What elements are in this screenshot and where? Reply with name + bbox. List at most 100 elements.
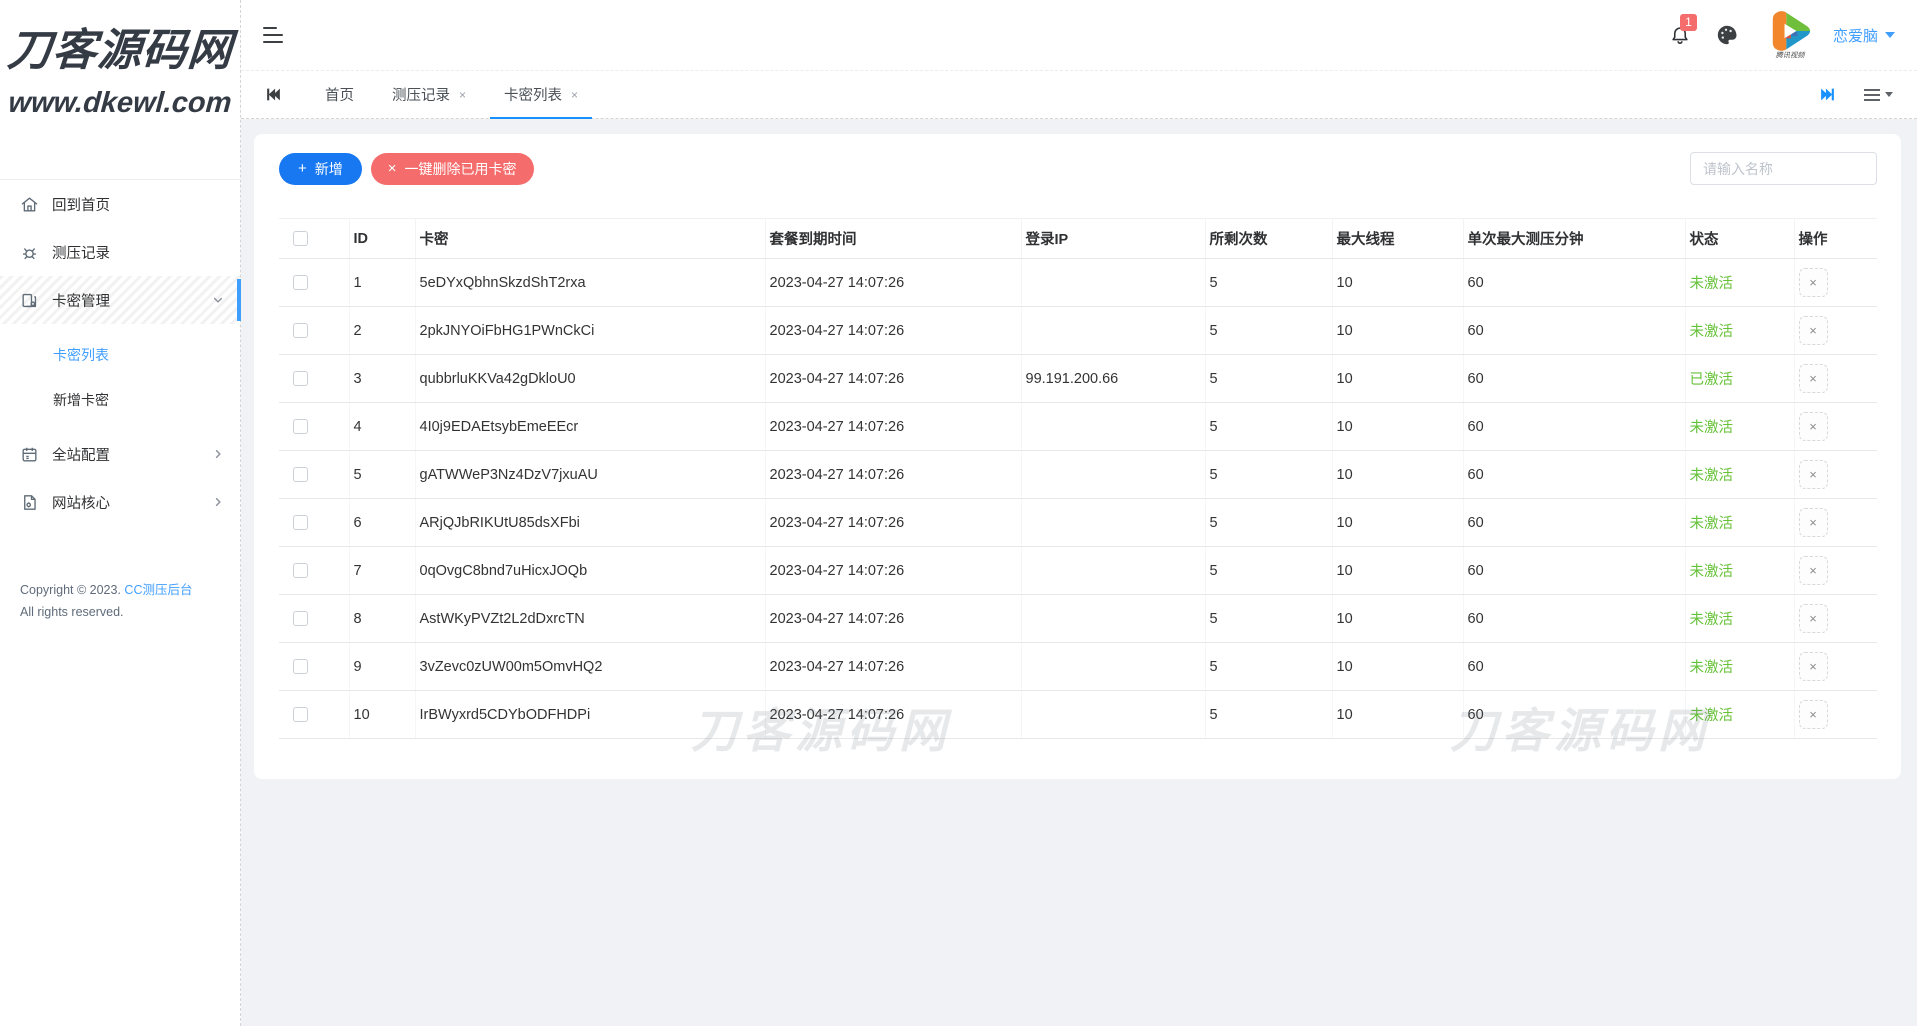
row-checkbox[interactable]	[293, 419, 308, 435]
status-text: 未激活	[1689, 468, 1734, 484]
tabbar: 首页 测压记录 × 卡密列表 ×	[241, 70, 1917, 119]
row-checkbox[interactable]	[293, 323, 308, 339]
table-row: 9 3vZevc0zUW00m5OmvHQ2 2023-04-27 14:07:…	[279, 642, 1877, 691]
header-status: 状态	[1685, 218, 1795, 259]
cell-ip	[1021, 594, 1206, 643]
user-menu[interactable]: 恋爱脑	[1833, 25, 1895, 46]
cell-ip	[1021, 450, 1206, 499]
tab[interactable]: 卡密列表 ×	[485, 71, 597, 119]
delete-row-button[interactable]: ×	[1798, 604, 1828, 633]
cell-threads: 10	[1332, 594, 1464, 643]
skip-back-icon	[267, 88, 280, 101]
copyright-rights: All rights reserved.	[20, 604, 124, 619]
file-icon	[20, 493, 39, 512]
status-text: 未激活	[1689, 660, 1734, 676]
header-ip: 登录IP	[1021, 218, 1206, 259]
tab-close-icon[interactable]: ×	[459, 89, 466, 101]
cell-expire: 2023-04-27 14:07:26	[765, 690, 1022, 739]
table-row: 3 qubbrluKKVa42gDkloU0 2023-04-27 14:07:…	[279, 354, 1877, 403]
cell-key: 2pkJNYOiFbHG1PWnCkCi	[415, 306, 766, 355]
cell-ip	[1021, 642, 1206, 691]
cell-id: 2	[349, 306, 416, 355]
table-row: 10 IrBWyxrd5CDYbODFHDPi 2023-04-27 14:07…	[279, 690, 1877, 739]
sidebar-toggle-button[interactable]	[263, 27, 283, 43]
sidebar-menu: 回到首页 测压记录 卡密管理 卡密列表 新增卡密 全站配置 网站核心	[0, 180, 241, 526]
sidebar-subitem-add-card[interactable]: 新增卡密	[0, 377, 240, 422]
delete-row-button[interactable]: ×	[1798, 652, 1828, 681]
delete-row-button[interactable]: ×	[1798, 700, 1828, 729]
cell-times: 5	[1205, 258, 1333, 307]
cell-minutes: 60	[1463, 450, 1686, 499]
tab-label: 测压记录	[392, 88, 450, 104]
copyright-text: Copyright © 2023.	[20, 583, 125, 597]
table-row: 1 5eDYxQbhnSkzdShT2rxa 2023-04-27 14:07:…	[279, 258, 1877, 307]
theme-button[interactable]	[1715, 23, 1739, 47]
copyright-link[interactable]: CC测压后台	[124, 583, 192, 597]
row-checkbox[interactable]	[293, 563, 308, 579]
app-root: 刀客源码网 www.dkewl.com 回到首页 测压记录 卡密管理 卡密列表 …	[0, 0, 1917, 1026]
cell-minutes: 60	[1463, 402, 1686, 451]
row-checkbox[interactable]	[293, 275, 308, 291]
tab-scroll-left-button[interactable]	[265, 86, 282, 103]
close-icon: ×	[1809, 611, 1817, 626]
sidebar-item-site-config[interactable]: 全站配置	[0, 430, 240, 478]
row-checkbox[interactable]	[293, 611, 308, 627]
row-checkbox[interactable]	[293, 707, 308, 723]
row-checkbox[interactable]	[293, 515, 308, 531]
tab-scroll-right-button[interactable]	[1819, 86, 1836, 103]
status-text: 未激活	[1689, 276, 1734, 292]
brand-logo: 刀客源码网 www.dkewl.com	[0, 0, 240, 180]
sidebar-item-site-core[interactable]: 网站核心	[0, 478, 240, 526]
avatar[interactable]: 腾讯视频	[1763, 10, 1817, 61]
cell-key: gATWWeP3Nz4DzV7jxuAU	[415, 450, 766, 499]
select-all-checkbox[interactable]	[293, 231, 308, 247]
row-checkbox[interactable]	[293, 371, 308, 387]
sidebar-item-home[interactable]: 回到首页	[0, 180, 240, 228]
tab[interactable]: 首页	[306, 71, 373, 118]
tab[interactable]: 测压记录 ×	[373, 71, 485, 118]
cell-key: 4I0j9EDAEtsybEmeEEcr	[415, 402, 766, 451]
header-id: ID	[349, 218, 416, 259]
cell-id: 10	[349, 690, 416, 739]
delete-row-button[interactable]: ×	[1798, 364, 1828, 393]
delete-row-button[interactable]: ×	[1798, 268, 1828, 297]
tab-options-button[interactable]	[1864, 88, 1893, 101]
delete-row-button[interactable]: ×	[1798, 316, 1828, 345]
table-row: 2 2pkJNYOiFbHG1PWnCkCi 2023-04-27 14:07:…	[279, 306, 1877, 355]
add-button[interactable]: + 新增	[279, 152, 362, 185]
cell-id: 9	[349, 642, 416, 691]
sidebar-item-records[interactable]: 测压记录	[0, 228, 240, 276]
delete-button-label: 一键删除已用卡密	[404, 160, 517, 177]
notification-badge: 1	[1679, 14, 1697, 31]
cell-expire: 2023-04-27 14:07:26	[765, 354, 1022, 403]
calendar-icon	[20, 445, 39, 464]
sidebar-item-label: 回到首页	[52, 197, 110, 214]
delete-used-button[interactable]: × 一键删除已用卡密	[370, 152, 534, 185]
cell-id: 1	[349, 258, 416, 307]
search-input[interactable]	[1690, 152, 1877, 185]
sidebar-item-label: 卡密管理	[52, 293, 110, 310]
cell-key: 5eDYxQbhnSkzdShT2rxa	[415, 258, 766, 307]
row-checkbox[interactable]	[293, 659, 308, 675]
cell-threads: 10	[1332, 546, 1464, 595]
delete-row-button[interactable]: ×	[1798, 460, 1828, 489]
cell-ip	[1021, 546, 1206, 595]
delete-row-button[interactable]: ×	[1798, 412, 1828, 441]
row-checkbox[interactable]	[293, 467, 308, 483]
cell-threads: 10	[1332, 450, 1464, 499]
notification-bell-button[interactable]: 1	[1669, 14, 1697, 46]
delete-row-button[interactable]: ×	[1798, 508, 1828, 537]
sidebar-item-card-management[interactable]: 卡密管理	[0, 276, 241, 324]
caret-down-icon	[1885, 92, 1893, 97]
delete-row-button[interactable]: ×	[1798, 556, 1828, 585]
cell-id: 7	[349, 546, 416, 595]
cell-expire: 2023-04-27 14:07:26	[765, 258, 1022, 307]
cell-threads: 10	[1332, 642, 1464, 691]
toolbar: + 新增 × 一键删除已用卡密	[279, 152, 1877, 185]
username: 恋爱脑	[1832, 27, 1878, 45]
sidebar-subitem-card-list[interactable]: 卡密列表	[0, 332, 240, 377]
close-icon: ×	[1809, 371, 1817, 386]
header-minutes: 单次最大测压分钟	[1463, 218, 1686, 259]
tab-close-icon[interactable]: ×	[571, 89, 578, 101]
table-row: 8 AstWKyPVZt2L2dDxrcTN 2023-04-27 14:07:…	[279, 594, 1877, 643]
